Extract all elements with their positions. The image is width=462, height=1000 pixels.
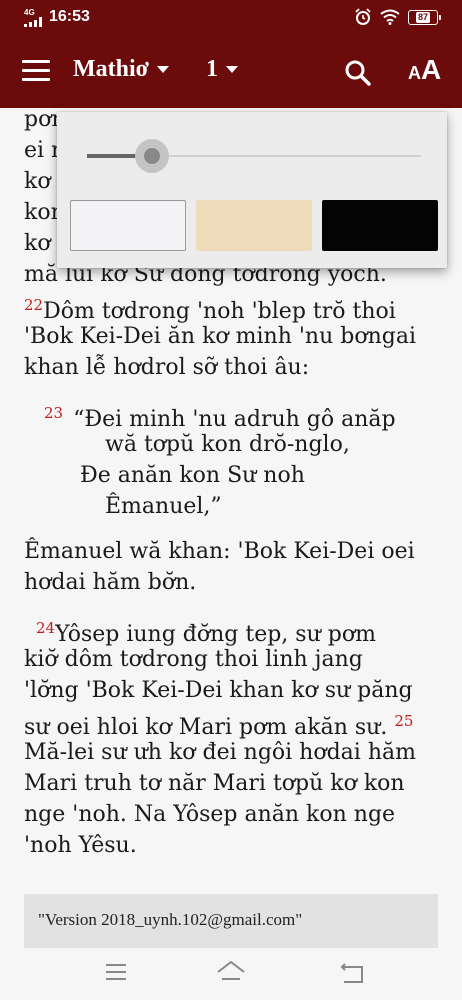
verse-24-line: 'lơ̆ng 'Bok Kei-Dei khan kơ sư păng	[24, 678, 413, 703]
book-selector[interactable]: Mathiơ	[73, 56, 169, 83]
chapter-number: 1	[206, 56, 218, 82]
status-bar: 4G 16:53 87	[0, 0, 462, 36]
note-line: Êmanuel wă khan: 'Bok Kei-Dei oei	[24, 539, 415, 564]
clock: 16:53	[49, 8, 90, 25]
verse-22-line: khan lễ hơdrol sỡ thoi âu:	[24, 355, 310, 380]
verse-25-line: 'noh Yêsu.	[24, 833, 137, 858]
wifi-icon	[380, 9, 400, 25]
book-name: Mathiơ	[73, 56, 149, 82]
verse-22-line: 'Bok Kei-Dei ăn kơ minh 'nu bơngai	[24, 324, 416, 349]
font-size-slider-thumb[interactable]	[135, 139, 169, 173]
app-bar: Mathiơ 1 AA	[0, 36, 462, 108]
version-footer: "Version 2018_uynh.102@gmail.com"	[24, 894, 438, 948]
chapter-selector[interactable]: 1	[206, 56, 238, 83]
font-size-small-glyph: A	[408, 63, 421, 83]
battery-icon: 87	[408, 9, 441, 25]
partial-line: kơ	[24, 231, 51, 256]
verse-number: 22	[24, 296, 44, 314]
verse-number: 24	[36, 619, 56, 637]
chevron-down-icon	[156, 66, 169, 73]
verse-25-line: Mă-lei sư ưh kơ đei ngôi hơdai hăm	[24, 740, 416, 765]
display-settings-popup	[57, 112, 447, 268]
alarm-icon	[355, 8, 371, 25]
font-size-large-glyph: A	[421, 54, 442, 85]
verse-24-line: kiơ̆ dôm tơdrong thoi linh jang	[24, 647, 363, 672]
chevron-down-icon	[226, 66, 238, 73]
verse-number: 25	[394, 712, 414, 730]
menu-icon[interactable]	[22, 60, 50, 84]
verse-23-line: wă tơpŭ kon drŏ-nglo,	[105, 432, 350, 457]
system-nav-bar	[0, 948, 462, 1000]
font-size-icon[interactable]: AA	[408, 54, 441, 86]
theme-sepia-button[interactable]	[196, 200, 312, 251]
note-line: hơdai hăm bơ̆n.	[24, 570, 197, 595]
back-icon[interactable]	[340, 962, 366, 984]
battery-level: 87	[415, 11, 430, 23]
verse-25-line: Mari truh tơ năr Mari tơpŭ kơ kon	[24, 771, 405, 796]
recent-apps-icon[interactable]	[104, 962, 128, 982]
search-icon[interactable]	[343, 58, 373, 88]
verse-25-line: nge 'noh. Na Yôsep anăn kon nge	[24, 802, 396, 827]
theme-white-button[interactable]	[70, 200, 186, 251]
network-type: 4G	[24, 8, 35, 17]
verse-23-line: Đe anăn kon Sư noh	[80, 463, 305, 488]
verse-23-line: Êmanuel,”	[105, 494, 222, 519]
verse-number: 23	[44, 404, 64, 422]
font-size-slider-fill	[87, 154, 139, 158]
partial-line: kơ	[24, 169, 51, 194]
signal-icon	[24, 17, 42, 27]
home-icon[interactable]	[216, 960, 246, 984]
theme-black-button[interactable]	[322, 200, 438, 251]
